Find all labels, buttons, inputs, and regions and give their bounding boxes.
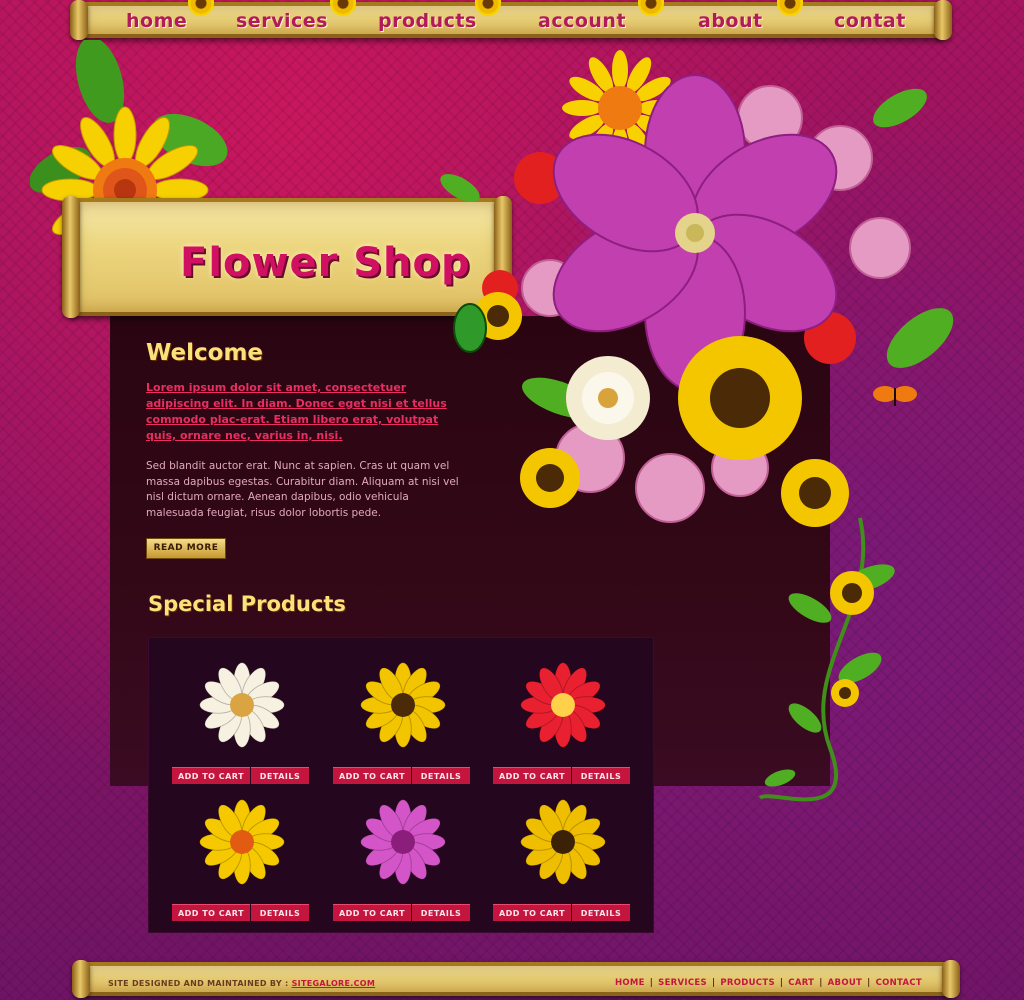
add-to-cart-button[interactable]: ADD TO CART [333, 767, 411, 784]
footer-separator: | [819, 978, 823, 988]
product-card: ADD TO CART DETAILS [172, 651, 312, 784]
footer-credit: SITE DESIGNED AND MAINTAINED BY : SITEGA… [108, 979, 375, 988]
pink-dahlia-icon[interactable] [357, 796, 449, 888]
welcome-lead-link[interactable]: Lorem ipsum dolor sit amet, consectetuer… [146, 380, 464, 444]
details-button[interactable]: DETAILS [572, 904, 630, 921]
footer-separator: | [867, 978, 871, 988]
sunflower-icon [188, 0, 214, 16]
details-button[interactable]: DETAILS [412, 904, 470, 921]
add-to-cart-button[interactable]: ADD TO CART [333, 904, 411, 921]
footer-link-services[interactable]: SERVICES [658, 978, 707, 988]
products-grid: ADD TO CART DETAILS ADD TO CART DETAILS … [148, 637, 654, 933]
details-button[interactable]: DETAILS [251, 767, 309, 784]
read-more-button[interactable]: READ MORE [146, 538, 226, 559]
product-card: ADD TO CART DETAILS [172, 788, 312, 921]
special-products-heading: Special Products [148, 592, 346, 616]
sunflower-icon [330, 0, 356, 16]
product-card: ADD TO CART DETAILS [493, 651, 633, 784]
footer-link-products[interactable]: PRODUCTS [720, 978, 775, 988]
footer-links: HOME | SERVICES | PRODUCTS | CART | ABOUT | CONTAC… [615, 978, 922, 988]
red-hibiscus-icon[interactable] [517, 659, 609, 751]
product-card: ADD TO CART DETAILS [333, 788, 473, 921]
welcome-body: Sed blandit auctor erat. Nunc at sapien.… [146, 460, 459, 519]
footer-separator: | [649, 978, 654, 988]
shop-title: Flower Shop [180, 240, 471, 286]
beetle-icon [453, 303, 487, 353]
nav-contact[interactable]: contat [834, 10, 906, 32]
sunflower-icon[interactable] [357, 659, 449, 751]
sunflower-icon [777, 0, 803, 16]
footer-separator: | [779, 978, 784, 988]
sunflower-icon [638, 0, 664, 16]
nav-about[interactable]: about [698, 10, 763, 32]
white-dahlia-icon[interactable] [196, 659, 288, 751]
add-to-cart-button[interactable]: ADD TO CART [493, 767, 571, 784]
footer-link-contact[interactable]: CONTACT [876, 978, 922, 988]
nav-products[interactable]: products [378, 10, 477, 32]
add-to-cart-button[interactable]: ADD TO CART [172, 767, 250, 784]
add-to-cart-button[interactable]: ADD TO CART [172, 904, 250, 921]
footer-link-cart[interactable]: CART [788, 978, 814, 988]
welcome-heading: Welcome [146, 340, 264, 366]
title-banner: Flower Shop [62, 196, 512, 318]
details-button[interactable]: DETAILS [412, 767, 470, 784]
add-to-cart-button[interactable]: ADD TO CART [493, 904, 571, 921]
footer-separator: | [711, 978, 716, 988]
footer: SITE DESIGNED AND MAINTAINED BY : SITEGA… [72, 960, 960, 998]
nav-account[interactable]: account [538, 10, 626, 32]
sunflower-icon [475, 0, 501, 16]
footer-link-home[interactable]: HOME [615, 978, 645, 988]
details-button[interactable]: DETAILS [572, 767, 630, 784]
nav-services[interactable]: services [236, 10, 328, 32]
dahlia-icon [566, 356, 650, 440]
sunflower-icon[interactable] [517, 796, 609, 888]
orange-gerbera-icon[interactable] [196, 796, 288, 888]
footer-credit-link[interactable]: SITEGALORE.COM [292, 979, 376, 988]
details-button[interactable]: DETAILS [251, 904, 309, 921]
footer-link-about[interactable]: ABOUT [828, 978, 862, 988]
product-card: ADD TO CART DETAILS [333, 651, 473, 784]
top-navigation: home services products account about con… [70, 0, 952, 40]
nav-home[interactable]: home [126, 10, 187, 32]
footer-credit-label: SITE DESIGNED AND MAINTAINED BY : [108, 979, 289, 988]
butterfly-icon [873, 386, 917, 406]
product-card: ADD TO CART DETAILS [493, 788, 633, 921]
